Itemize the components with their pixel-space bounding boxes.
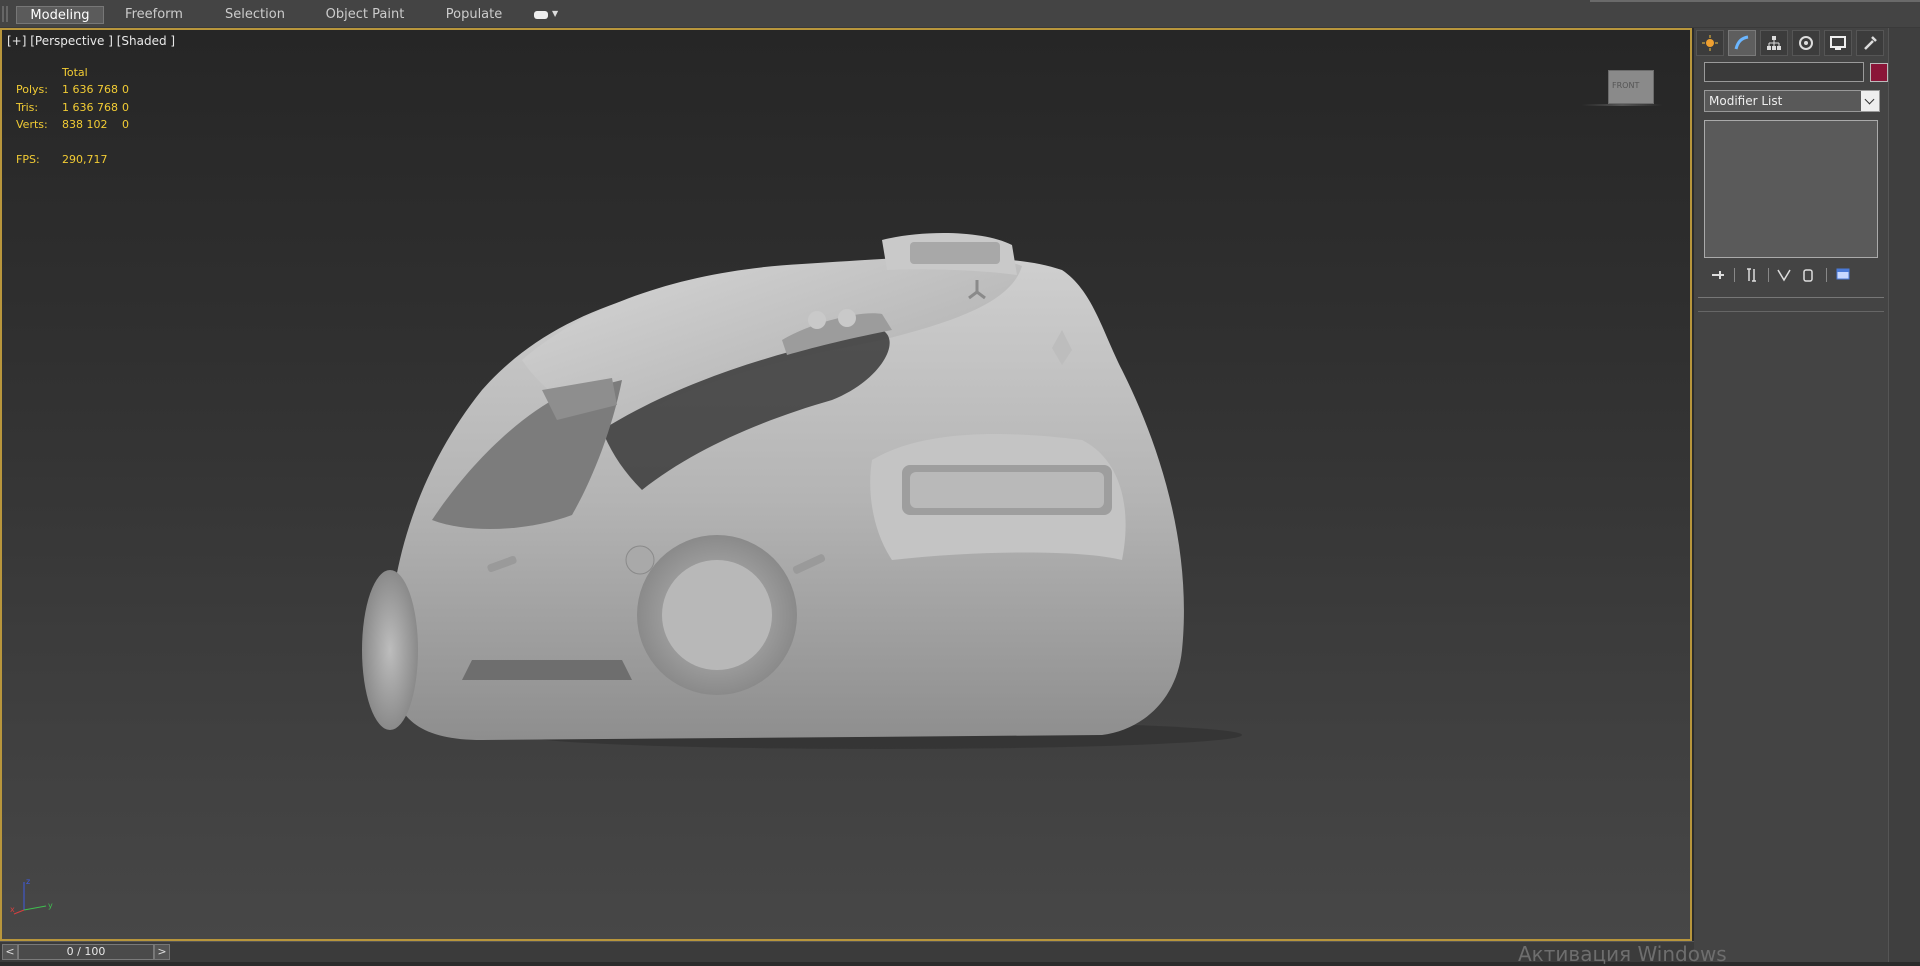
viewcube-icon[interactable]: FRONT: [1608, 70, 1654, 104]
viewcube-face-label: FRONT: [1612, 81, 1640, 90]
show-end-result-icon[interactable]: [1742, 266, 1762, 284]
axis-z-label: z: [26, 877, 30, 886]
command-panel-scrollbar[interactable]: [1888, 28, 1920, 962]
create-icon[interactable]: [1696, 30, 1724, 56]
display-icon[interactable]: [1824, 30, 1852, 56]
tab-freeform[interactable]: Freeform: [118, 6, 190, 24]
axis-tripod-icon: z y x: [10, 877, 53, 915]
command-panel: Modifier List: [1694, 28, 1920, 962]
fps-value: 290,717: [62, 153, 108, 166]
stats-key: Verts:: [16, 118, 48, 131]
modifier-list-dropdown[interactable]: Modifier List: [1704, 90, 1880, 112]
stats-selected: 0: [122, 118, 129, 131]
modifier-stack[interactable]: [1704, 120, 1878, 258]
time-slider-next-button[interactable]: >: [154, 944, 170, 960]
tab-object-paint[interactable]: Object Paint: [322, 6, 408, 24]
stats-total: 1 636 768: [62, 83, 118, 96]
stats-total: 1 636 768: [62, 101, 118, 114]
stats-header: Total: [62, 66, 88, 79]
motion-icon[interactable]: [1792, 30, 1820, 56]
divider: [1698, 311, 1884, 312]
stats-selected: 0: [122, 101, 129, 114]
divider: [1768, 268, 1769, 282]
divider: [1734, 268, 1735, 282]
divider: [1698, 297, 1884, 298]
tab-populate[interactable]: Populate: [440, 6, 508, 24]
ribbon-grip-handle[interactable]: [2, 6, 8, 22]
ribbon-options-icon[interactable]: ▼: [532, 9, 562, 21]
divider: [1826, 268, 1827, 282]
remove-modifier-icon[interactable]: [1798, 266, 1818, 284]
make-unique-icon[interactable]: [1774, 266, 1794, 284]
hierarchy-icon[interactable]: [1760, 30, 1788, 56]
title-divider: [1590, 0, 1920, 2]
3d-car-model-image[interactable]: [362, 230, 1402, 770]
tab-selection[interactable]: Selection: [220, 6, 290, 24]
viewport-label-menu[interactable]: [+] [Perspective ] [Shaded ]: [7, 34, 175, 48]
configure-modifier-sets-icon[interactable]: [1834, 266, 1854, 284]
stats-selected: 0: [122, 83, 129, 96]
utilities-icon[interactable]: [1856, 30, 1884, 56]
modify-icon[interactable]: [1728, 30, 1756, 56]
fps-label: FPS:: [16, 153, 40, 166]
tab-modeling[interactable]: Modeling: [16, 6, 104, 24]
time-slider-prev-button[interactable]: <: [2, 944, 18, 960]
windows-activation-watermark: Активация Windows: [1518, 942, 1727, 966]
stats-key: Tris:: [16, 101, 39, 114]
axis-x-label: x: [10, 905, 15, 914]
object-color-swatch[interactable]: [1870, 63, 1888, 82]
stats-key: Polys:: [16, 83, 48, 96]
ribbon-tabs: Modeling Freeform Selection Object Paint…: [0, 0, 1920, 28]
object-name-field[interactable]: [1704, 62, 1864, 82]
modifier-list-label: Modifier List: [1709, 94, 1783, 108]
stats-total: 838 102: [62, 118, 108, 131]
stack-toolbar: [1708, 266, 1888, 284]
viewcube-ring[interactable]: [1582, 104, 1662, 106]
chevron-down-icon[interactable]: [1861, 91, 1879, 111]
time-slider-thumb[interactable]: 0 / 100: [18, 944, 154, 960]
command-panel-tabs: [1696, 30, 1886, 56]
perspective-viewport[interactable]: [+] [Perspective ] [Shaded ] Total Polys…: [0, 28, 1692, 941]
axis-y-label: y: [48, 901, 53, 910]
pin-stack-icon[interactable]: [1708, 266, 1728, 284]
time-slider[interactable]: < 0 / 100 >: [0, 941, 1694, 962]
